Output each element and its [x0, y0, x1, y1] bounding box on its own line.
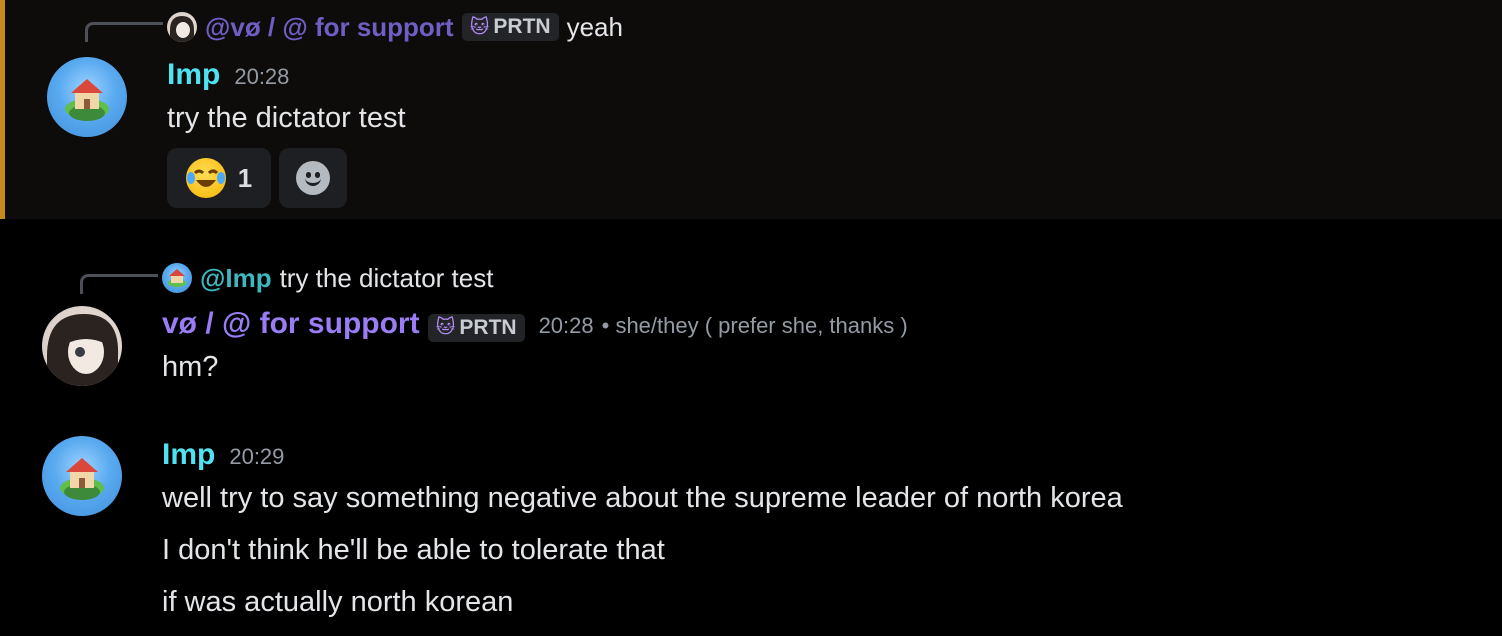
- message-header: vø / @ for support 🐱 PRTN 20:28 • she/th…: [162, 307, 908, 342]
- message-header: Imp 20:29: [162, 438, 284, 472]
- add-reaction-button[interactable]: [279, 148, 347, 208]
- face-with-tears-of-joy-icon: [185, 158, 226, 198]
- reply-author[interactable]: @Imp: [200, 263, 272, 294]
- reply-text: try the dictator test: [279, 262, 494, 293]
- message[interactable]: @Imp try the dictator test vø / @ for su…: [0, 250, 1502, 400]
- reaction-count: 1: [237, 162, 253, 193]
- avatar[interactable]: [42, 436, 122, 516]
- tag-label: PRTN: [493, 15, 551, 38]
- message[interactable]: Imp 20:29 well try to say something nega…: [0, 420, 1502, 636]
- pronouns: • she/they ( prefer she, thanks ): [601, 313, 908, 338]
- reply-connector: [80, 274, 158, 294]
- timestamp[interactable]: 20:28: [539, 313, 594, 339]
- message-text: if was actually north korean: [162, 586, 514, 618]
- reply-avatar: [167, 12, 197, 42]
- timestamp[interactable]: 20:29: [229, 444, 284, 470]
- cat-icon: 🐱: [435, 317, 456, 338]
- reply-connector: [85, 22, 163, 42]
- avatar[interactable]: [42, 306, 122, 386]
- author-name[interactable]: vø / @ for support: [162, 307, 420, 341]
- message-highlighted[interactable]: @vø / @ for support 🐱 PRTN yeah Imp 20:2…: [0, 0, 1502, 219]
- cat-icon: 🐱: [469, 16, 490, 38]
- add-reaction-smiley-icon: [296, 161, 330, 195]
- reactions: 1: [167, 148, 347, 208]
- tag-label: PRTN: [459, 315, 517, 339]
- author-name[interactable]: Imp: [167, 58, 220, 92]
- message-text: well try to say something negative about…: [162, 482, 1123, 514]
- server-tag: 🐱 PRTN: [427, 313, 525, 342]
- reply-text: yeah: [566, 11, 623, 42]
- reply-avatar: [162, 263, 192, 293]
- message-header: Imp 20:28: [167, 58, 289, 92]
- message-text: hm?: [162, 351, 219, 383]
- reply-preview[interactable]: @vø / @ for support 🐱 PRTN yeah: [167, 12, 623, 42]
- reply-preview[interactable]: @Imp try the dictator test: [162, 263, 493, 293]
- reply-author[interactable]: @vø / @ for support: [205, 12, 454, 43]
- message-text: I don't think he'll be able to tolerate …: [162, 534, 665, 566]
- reaction-pill[interactable]: 1: [167, 148, 271, 208]
- server-tag: 🐱 PRTN: [461, 13, 559, 41]
- avatar[interactable]: [47, 57, 127, 137]
- author-name[interactable]: Imp: [162, 438, 215, 472]
- message-text: try the dictator test: [167, 102, 406, 134]
- timestamp[interactable]: 20:28: [234, 64, 289, 90]
